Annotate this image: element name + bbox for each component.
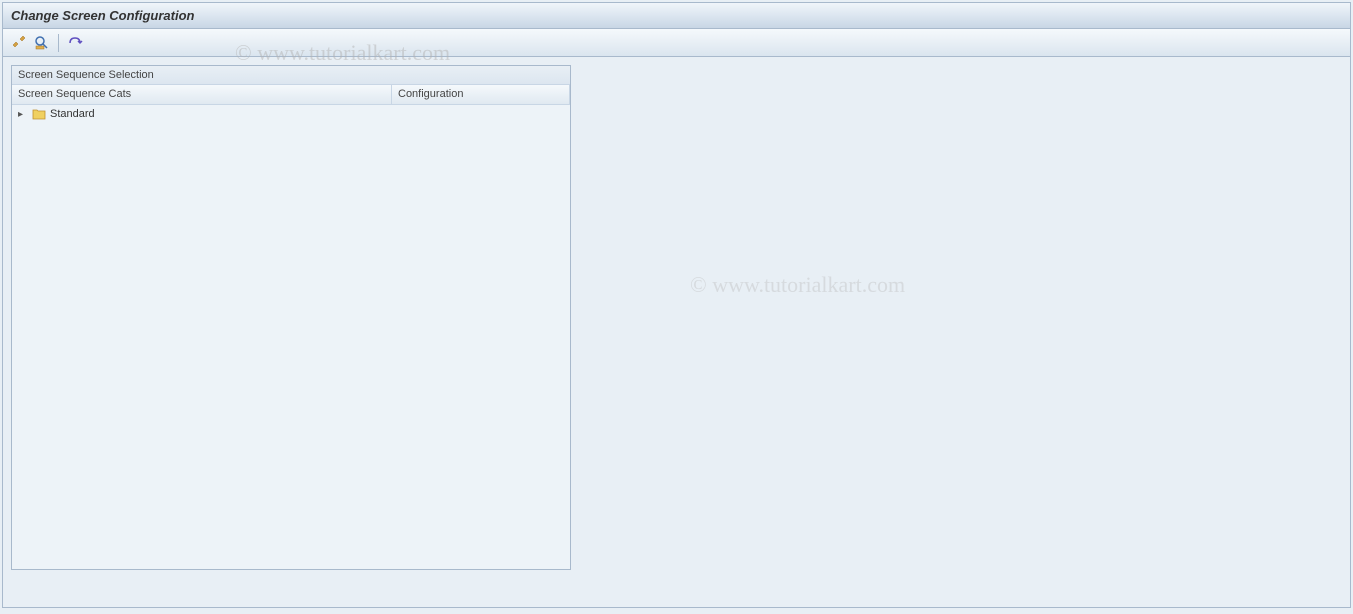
chevron-right-icon[interactable]: ▸ [18, 109, 28, 120]
tree-node-standard[interactable]: ▸ Standard [12, 105, 570, 123]
toolbar [3, 29, 1350, 57]
folder-closed-icon [32, 108, 46, 120]
activity-button[interactable] [65, 33, 85, 53]
tree-area[interactable]: ▸ Standard [12, 105, 570, 569]
tree-node-label: Standard [50, 108, 95, 120]
inspect-icon [34, 35, 50, 51]
tree-panel: Screen Sequence Selection Screen Sequenc… [11, 65, 571, 570]
title-bar: Change Screen Configuration [3, 3, 1350, 29]
column-header-config[interactable]: Configuration [392, 85, 570, 104]
other-object-button[interactable] [32, 33, 52, 53]
glasses-pencil-icon [11, 35, 27, 51]
toolbar-separator [58, 34, 59, 52]
panel-header: Screen Sequence Selection [12, 66, 570, 85]
column-header-cats[interactable]: Screen Sequence Cats [12, 85, 392, 104]
display-change-toggle-button[interactable] [9, 33, 29, 53]
arrow-curve-icon [67, 35, 83, 51]
main-container: Change Screen Configuration Scr [2, 2, 1351, 608]
table-header: Screen Sequence Cats Configuration [12, 85, 570, 105]
content-area: Screen Sequence Selection Screen Sequenc… [3, 57, 1350, 578]
page-title: Change Screen Configuration [11, 8, 194, 23]
